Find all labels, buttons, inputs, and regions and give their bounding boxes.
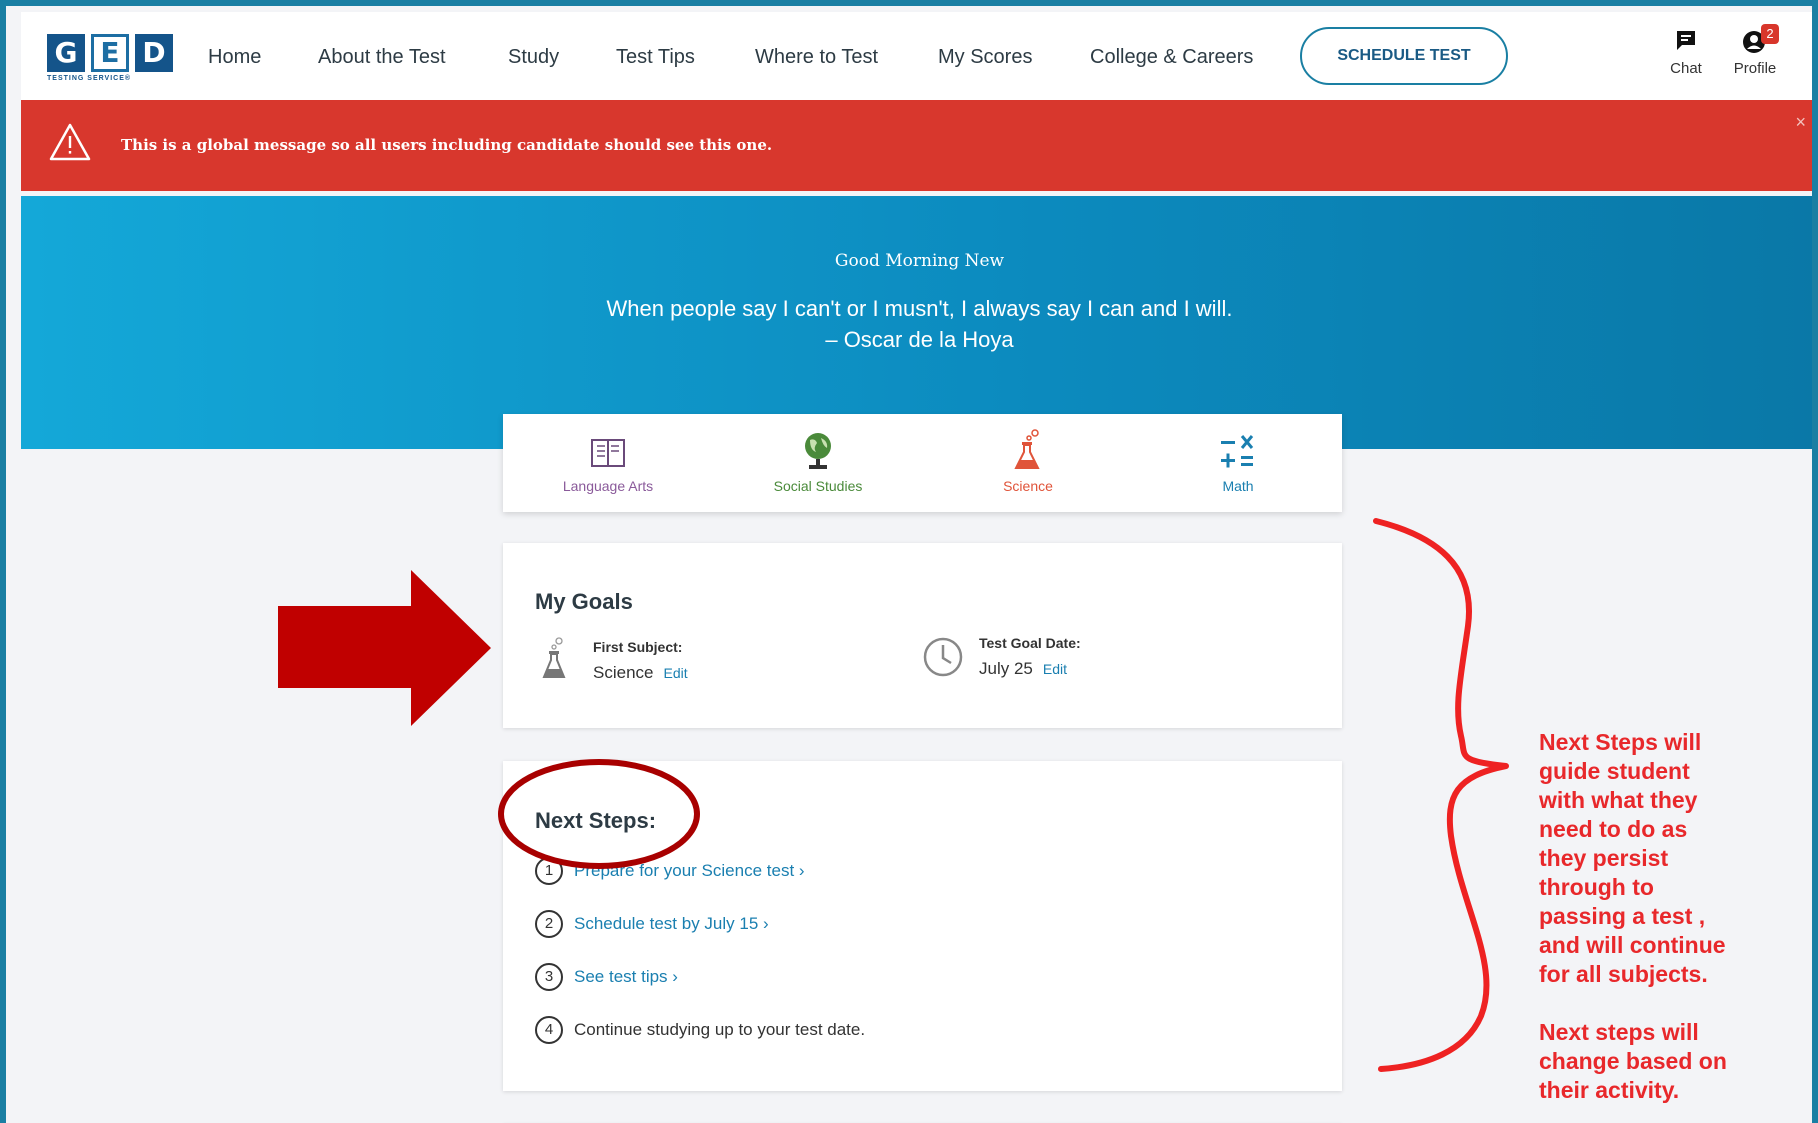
annotation-line: and will continue bbox=[1539, 932, 1726, 958]
annotation-line: Next steps will bbox=[1539, 1019, 1699, 1045]
annotation-line: Next Steps will bbox=[1539, 729, 1702, 755]
annotation-gap bbox=[1539, 989, 1779, 1018]
annotation-line: guide student bbox=[1539, 758, 1690, 784]
annotation-line: their activity. bbox=[1539, 1077, 1680, 1103]
annotation-line: for all subjects. bbox=[1539, 961, 1708, 987]
annotation-note: Next Steps will guide student with what … bbox=[1539, 728, 1779, 1105]
annotation-brace-icon bbox=[1373, 518, 1509, 1072]
annotation-line: with what they bbox=[1539, 787, 1698, 813]
annotation-line: through to bbox=[1539, 874, 1654, 900]
annotation-line: change based on bbox=[1539, 1048, 1727, 1074]
annotation-circle-icon bbox=[498, 759, 700, 869]
annotation-line: passing a test , bbox=[1539, 903, 1706, 929]
annotation-line: need to do as bbox=[1539, 816, 1688, 842]
annotation-arrow-icon bbox=[278, 570, 491, 726]
app-frame: G E D TESTING SERVICE® Home About the Te… bbox=[0, 0, 1818, 1123]
annotation-line: they persist bbox=[1539, 845, 1669, 871]
